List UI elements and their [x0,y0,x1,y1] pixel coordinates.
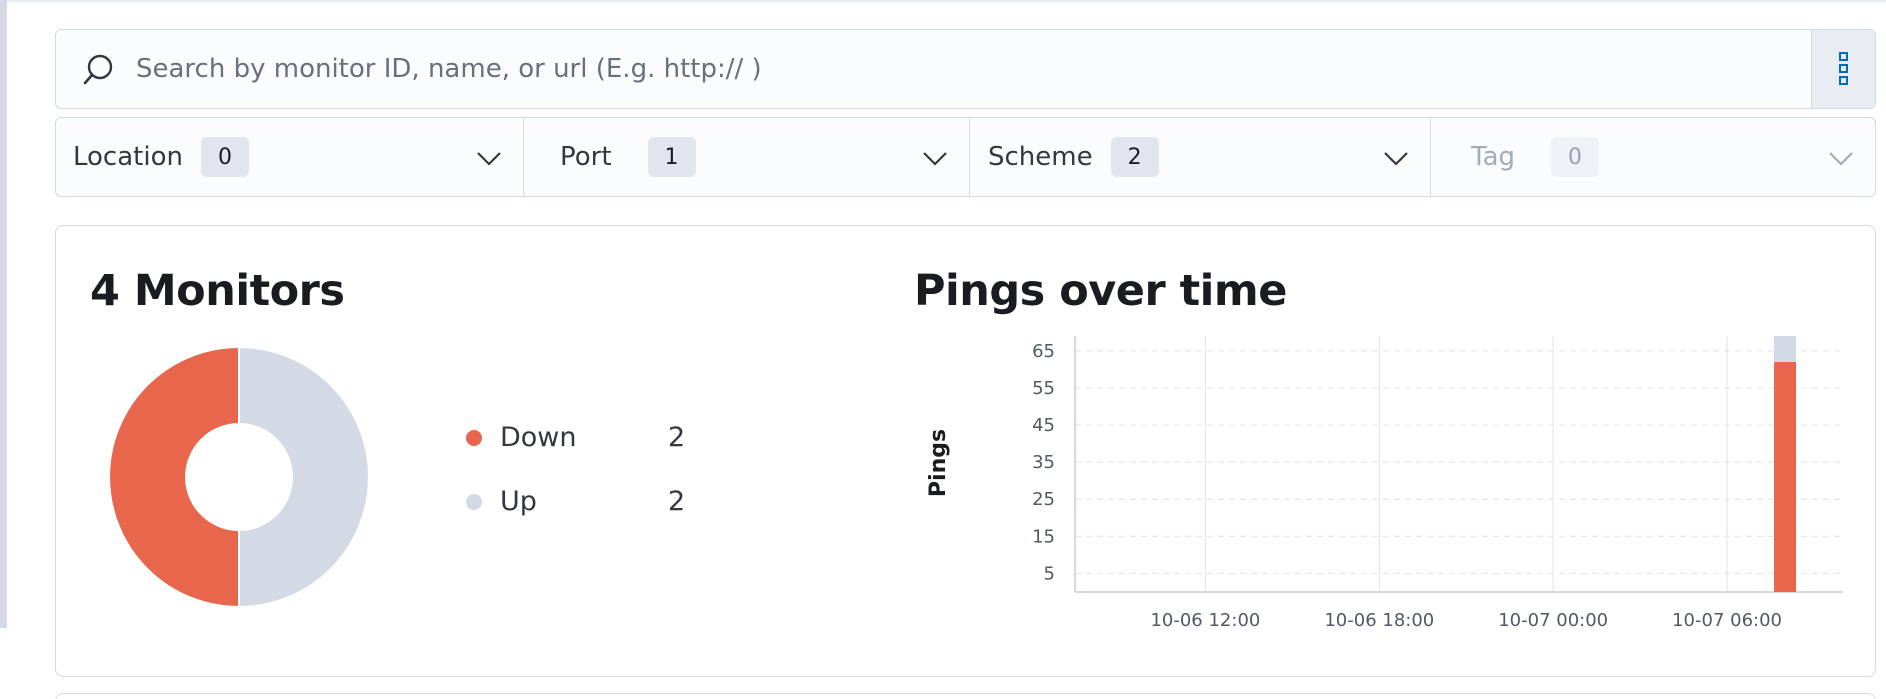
x-tick-label: 10-06 18:00 [1324,610,1434,631]
legend-label: Up [500,486,537,517]
status-donut-chart [108,345,370,609]
bar-down[interactable] [1774,361,1797,592]
filter-group: Location 0 Port 1 Scheme 2 Tag 0 [55,117,1876,197]
filter-count-badge: 2 [1110,137,1159,177]
pings-y-axis-label: Pings [926,428,951,498]
legend-label: Down [500,422,577,453]
legend-down[interactable]: Down 2 [466,422,685,453]
filter-port[interactable]: Port 1 [524,118,970,196]
left-scroll-rail[interactable] [0,0,7,628]
top-shadow [0,0,1886,4]
filter-label: Location [73,142,183,172]
chevron-down-icon [477,152,501,166]
filter-scheme[interactable]: Scheme 2 [970,118,1431,196]
x-tick-label: 10-07 00:00 [1498,610,1608,631]
x-tick-label: 10-07 06:00 [1672,610,1782,631]
search-options-button[interactable] [1811,30,1875,108]
y-tick-label: 55 [1032,378,1055,399]
chevron-down-icon [1384,152,1408,166]
chevron-down-icon [1829,152,1853,166]
donut-slice-up[interactable] [238,345,370,609]
y-tick-label: 35 [1032,452,1055,473]
chevron-down-icon [923,152,947,166]
y-tick-label: 65 [1032,341,1055,362]
pings-bar-chart: 5 15 25 35 45 55 65 10-06 12:00 10-06 18:00 10-07… [1032,336,1843,631]
filter-count-badge: 0 [1551,137,1600,177]
filter-tag[interactable]: Tag 0 [1431,118,1875,196]
search-input[interactable] [136,30,1836,108]
y-tick-label: 15 [1032,526,1055,547]
x-tick-label: 10-06 12:00 [1150,610,1260,631]
status-panel: 4 Monitors Down 2 Up 2 Pings over time P… [55,225,1876,677]
next-panel [55,693,1876,699]
y-tick-label: 45 [1032,415,1055,436]
filter-label: Scheme [988,142,1093,172]
filter-count-badge: 0 [200,137,249,177]
search-icon [83,54,113,85]
y-tick-label: 25 [1032,489,1055,510]
legend-value: 2 [668,486,686,517]
bar-up[interactable] [1774,336,1797,362]
legend-up[interactable]: Up 2 [466,486,685,517]
down-dot-icon [466,429,482,446]
up-dot-icon [466,493,482,510]
filter-location[interactable]: Location 0 [56,118,524,196]
pings-title: Pings over time [914,266,1287,316]
filter-label: Port [560,142,612,172]
y-tick-label: 5 [1044,563,1055,584]
legend-value: 2 [668,422,686,453]
search-bar [55,29,1876,109]
filter-label: Tag [1471,142,1516,172]
monitors-title: 4 Monitors [90,266,345,316]
filter-count-badge: 1 [647,137,696,177]
kebab-icon [1838,52,1848,85]
donut-slice-down[interactable] [108,345,240,609]
